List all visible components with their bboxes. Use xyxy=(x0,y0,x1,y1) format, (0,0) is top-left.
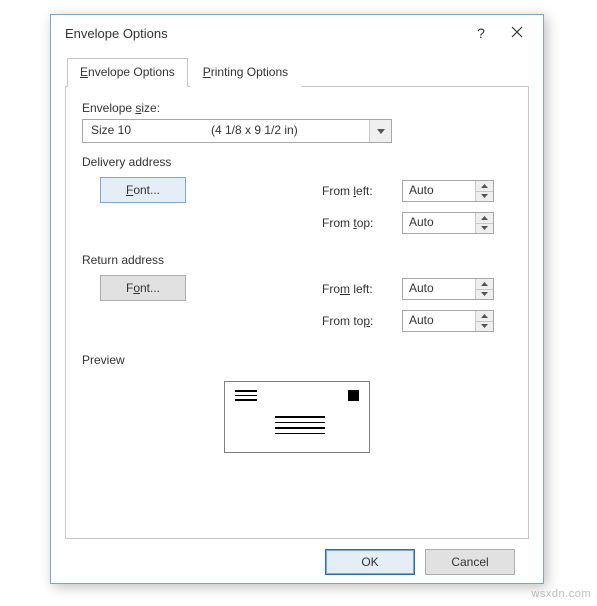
delivery-from-left-value: Auto xyxy=(403,181,475,201)
delivery-font-button[interactable]: Font... xyxy=(100,177,186,203)
delivery-from-top-spinner[interactable]: Auto xyxy=(402,212,494,234)
return-from-left-label: From left: xyxy=(322,282,396,296)
dialog-content: Envelope Options Printing Options Envelo… xyxy=(51,51,543,587)
help-icon: ? xyxy=(477,25,485,41)
spin-down-icon[interactable] xyxy=(476,223,493,234)
ok-button[interactable]: OK xyxy=(325,549,415,575)
close-button[interactable] xyxy=(499,19,535,47)
spin-up-icon[interactable] xyxy=(476,181,493,191)
return-address-group: Return address Font... From left: Auto xyxy=(82,253,512,339)
help-button[interactable]: ? xyxy=(463,19,499,47)
envelope-options-dialog: Envelope Options ? Envelope Options Prin… xyxy=(50,14,544,584)
spin-up-icon[interactable] xyxy=(476,213,493,223)
close-icon xyxy=(511,26,523,41)
dialog-title: Envelope Options xyxy=(65,26,463,41)
delivery-from-left-label: From left: xyxy=(322,184,396,198)
spinner-arrows xyxy=(475,279,493,299)
return-font-button[interactable]: Font... xyxy=(100,275,186,301)
tab-envelope-options[interactable]: Envelope Options xyxy=(67,58,188,87)
return-from-top-label: From top: xyxy=(322,314,396,328)
delivery-address-group: Delivery address Font... From left: Auto xyxy=(82,155,512,241)
envelope-size-combo[interactable]: Size 10 (4 1/8 x 9 1/2 in) xyxy=(82,119,392,143)
return-address-title: Return address xyxy=(82,253,512,267)
envelope-size-value: Size 10 (4 1/8 x 9 1/2 in) xyxy=(83,120,369,142)
cancel-button[interactable]: Cancel xyxy=(425,549,515,575)
spin-up-icon[interactable] xyxy=(476,311,493,321)
spin-down-icon[interactable] xyxy=(476,289,493,300)
return-from-top-value: Auto xyxy=(403,311,475,331)
delivery-address-title: Delivery address xyxy=(82,155,512,169)
spin-down-icon[interactable] xyxy=(476,321,493,332)
spin-up-icon[interactable] xyxy=(476,279,493,289)
preview-delivery-address-icon xyxy=(275,416,325,438)
envelope-options-panel: Envelope size: Size 10 (4 1/8 x 9 1/2 in… xyxy=(65,87,529,539)
titlebar: Envelope Options ? xyxy=(51,15,543,51)
preview-stamp-icon xyxy=(348,390,359,401)
return-from-left-value: Auto xyxy=(403,279,475,299)
chevron-down-icon xyxy=(369,120,391,142)
envelope-size-label: Envelope size: xyxy=(82,101,512,115)
delivery-from-left-spinner[interactable]: Auto xyxy=(402,180,494,202)
spin-down-icon[interactable] xyxy=(476,191,493,202)
spinner-arrows xyxy=(475,213,493,233)
return-from-top-spinner[interactable]: Auto xyxy=(402,310,494,332)
preview-group: Preview xyxy=(82,353,512,453)
tabstrip: Envelope Options Printing Options xyxy=(65,57,529,87)
preview-title: Preview xyxy=(82,353,512,367)
preview-return-address-icon xyxy=(235,390,257,404)
delivery-from-top-label: From top: xyxy=(322,216,396,230)
return-from-left-spinner[interactable]: Auto xyxy=(402,278,494,300)
envelope-preview xyxy=(224,381,370,453)
spinner-arrows xyxy=(475,181,493,201)
tab-printing-options[interactable]: Printing Options xyxy=(190,58,301,87)
watermark: wsxdn.com xyxy=(531,588,591,600)
dialog-footer: OK Cancel xyxy=(65,539,529,575)
delivery-from-top-value: Auto xyxy=(403,213,475,233)
spinner-arrows xyxy=(475,311,493,331)
